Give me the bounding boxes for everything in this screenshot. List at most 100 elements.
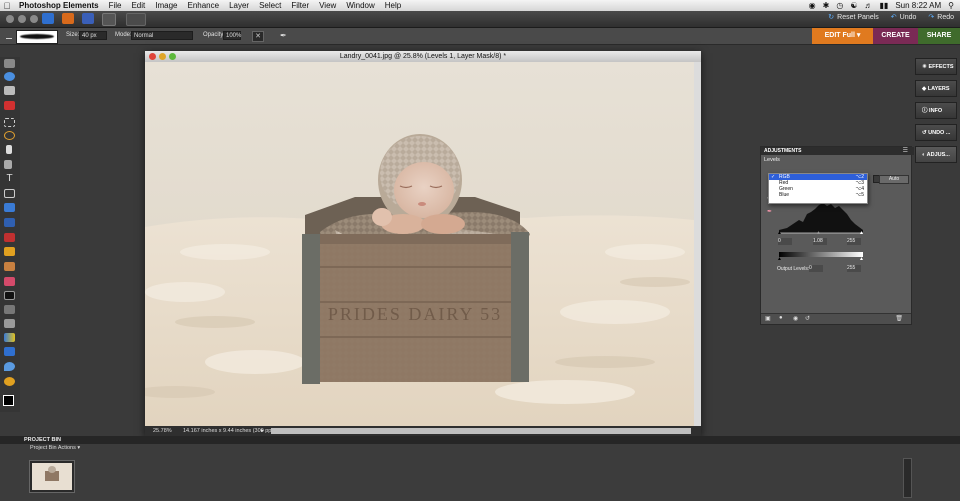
zoom-tool-icon[interactable] <box>4 72 15 81</box>
input-white-field[interactable]: 255 <box>847 238 861 245</box>
previous-state-icon[interactable]: ◉ <box>793 315 798 322</box>
clone-stamp-tool-icon[interactable] <box>4 262 15 271</box>
input-black-field[interactable]: 0 <box>778 238 792 245</box>
input-gamma-slider[interactable]: ▲ <box>816 230 821 236</box>
save-icon[interactable] <box>82 13 94 24</box>
print-icon[interactable] <box>102 13 116 26</box>
input-black-slider[interactable]: ▲ <box>777 230 782 236</box>
quick-selection-tool-icon[interactable] <box>4 160 12 169</box>
eyedropper-white-icon[interactable]: ✒ <box>767 208 772 215</box>
menu-layer[interactable]: Layer <box>224 0 254 11</box>
organizer-icon[interactable] <box>42 13 54 24</box>
wifi-icon[interactable]: ☯ <box>850 1 857 10</box>
airbrush-icon[interactable]: ✕ <box>252 31 264 42</box>
vertical-scrollbar[interactable] <box>694 62 701 426</box>
premiere-icon[interactable] <box>62 13 74 24</box>
layers-panel-button[interactable]: ◆ LAYERS <box>915 80 957 97</box>
menu-image[interactable]: Image <box>150 0 182 11</box>
clock[interactable]: Sun 8:22 AM <box>895 1 941 10</box>
input-levels-track[interactable] <box>779 233 863 234</box>
red-eye-tool-icon[interactable] <box>4 233 15 242</box>
horizontal-scrollbar[interactable] <box>271 428 691 434</box>
sponge-tool-icon[interactable] <box>4 377 15 386</box>
output-white-field[interactable]: 255 <box>847 265 861 272</box>
size-field[interactable]: 40 px <box>79 31 107 40</box>
trash-icon[interactable]: 🗑 <box>895 315 903 322</box>
menu-filter[interactable]: Filter <box>286 0 314 11</box>
photo-canvas[interactable]: PRIDES DAIRY 53 <box>145 62 694 426</box>
project-bin-thumbnail[interactable] <box>30 461 74 492</box>
menu-view[interactable]: View <box>314 0 341 11</box>
undo-button[interactable]: ↶ Undo <box>891 13 917 21</box>
minimize-window-icon[interactable] <box>159 53 166 60</box>
share-tab[interactable]: SHARE <box>918 28 960 44</box>
menu-enhance[interactable]: Enhance <box>182 0 224 11</box>
marquee-tool-icon[interactable] <box>4 118 15 127</box>
eraser-tool-icon[interactable] <box>4 277 15 286</box>
clip-to-layer-icon[interactable]: ▣ <box>765 315 771 322</box>
eyedropper-tool-icon[interactable] <box>4 101 15 110</box>
blur-tool-icon[interactable] <box>4 362 15 371</box>
recompose-tool-icon[interactable] <box>4 203 15 212</box>
healing-brush-tool-icon[interactable] <box>4 247 15 256</box>
output-black-slider[interactable]: ▲ <box>777 256 782 262</box>
brush-settings-icon[interactable]: ✒ <box>280 31 287 40</box>
create-tab[interactable]: CREATE <box>873 28 918 44</box>
menu-window[interactable]: Window <box>341 0 379 11</box>
close-window-icon[interactable] <box>149 53 156 60</box>
zoom-dot-icon[interactable] <box>30 15 38 23</box>
close-dot-icon[interactable] <box>6 15 14 23</box>
panel-menu-icon[interactable]: ☰ <box>903 147 908 155</box>
redo-button[interactable]: ↷ Redo <box>928 13 954 21</box>
shape-tool-icon[interactable] <box>4 347 15 356</box>
menu-select[interactable]: Select <box>254 0 286 11</box>
crop-tool-icon[interactable] <box>4 189 15 198</box>
opacity-field[interactable]: 100% <box>223 31 241 40</box>
adjustments-panel-button[interactable]: ◐ ADJUS... <box>915 146 957 163</box>
channel-option-blue[interactable]: Blue ⌥5 <box>769 192 867 198</box>
type-tool-icon[interactable]: T <box>4 174 15 184</box>
menu-help[interactable]: Help <box>380 0 406 11</box>
brush-tool-icon[interactable] <box>4 291 15 300</box>
input-gamma-field[interactable]: 1.08 <box>813 238 827 245</box>
info-panel-button[interactable]: ⓘ INFO <box>915 102 957 119</box>
zoom-readout[interactable]: 25.78% <box>153 426 172 436</box>
apple-icon[interactable]:  <box>0 1 14 11</box>
move-tool-icon[interactable] <box>4 59 15 68</box>
foreground-color-swatch[interactable] <box>3 395 14 406</box>
reset-panels-button[interactable]: ↻ Reset Panels <box>828 13 879 21</box>
zoom-window-icon[interactable] <box>169 53 176 60</box>
reset-adjustment-icon[interactable]: ↺ <box>805 315 810 322</box>
arrange-icon[interactable] <box>126 13 146 26</box>
lasso-tool-icon[interactable] <box>4 131 15 140</box>
paint-bucket-tool-icon[interactable] <box>4 319 15 328</box>
input-white-slider[interactable]: ▲ <box>859 230 864 236</box>
status-icon[interactable]: ◉ <box>809 1 816 10</box>
mode-select[interactable]: Normal <box>131 31 193 40</box>
edit-full-tab[interactable]: EDIT Full ▾ <box>812 28 873 44</box>
battery-icon[interactable]: ▮▮ <box>880 1 889 10</box>
app-menu[interactable]: Photoshop Elements <box>14 0 104 11</box>
effects-panel-button[interactable]: ☀ EFFECTS <box>915 58 957 75</box>
menu-edit[interactable]: Edit <box>126 0 150 11</box>
gradient-tool-icon[interactable] <box>4 333 15 342</box>
output-black-field[interactable]: 0 <box>809 265 823 272</box>
visibility-icon[interactable]: ● <box>779 315 783 321</box>
cookie-cutter-tool-icon[interactable] <box>4 218 15 227</box>
project-bin-actions-menu[interactable]: Project Bin Actions ▾ <box>30 445 80 451</box>
brush-preview[interactable] <box>16 30 58 44</box>
bluetooth-icon[interactable]: ✱ <box>823 1 830 10</box>
channel-dropdown[interactable]: ✓ RGB ⌥2 Red ⌥3 Green ⌥4 Blue ⌥5 <box>768 173 868 204</box>
volume-icon[interactable]: ♬ <box>865 1 873 10</box>
output-white-slider[interactable]: ▲ <box>859 256 864 262</box>
time-machine-icon[interactable]: ◷ <box>836 1 843 10</box>
project-bin-scrollbar[interactable] <box>903 458 912 498</box>
smart-brush-tool-icon[interactable] <box>4 305 15 314</box>
menu-file[interactable]: File <box>104 0 127 11</box>
spotlight-icon[interactable]: ⚲ <box>948 1 954 10</box>
magic-wand-tool-icon[interactable] <box>6 145 12 154</box>
undo-history-panel-button[interactable]: ↺ UNDO ... <box>915 124 957 141</box>
auto-button[interactable]: Auto <box>879 175 909 184</box>
status-menu-arrow-icon[interactable]: ▸ <box>261 428 265 434</box>
hand-tool-icon[interactable] <box>4 86 15 95</box>
